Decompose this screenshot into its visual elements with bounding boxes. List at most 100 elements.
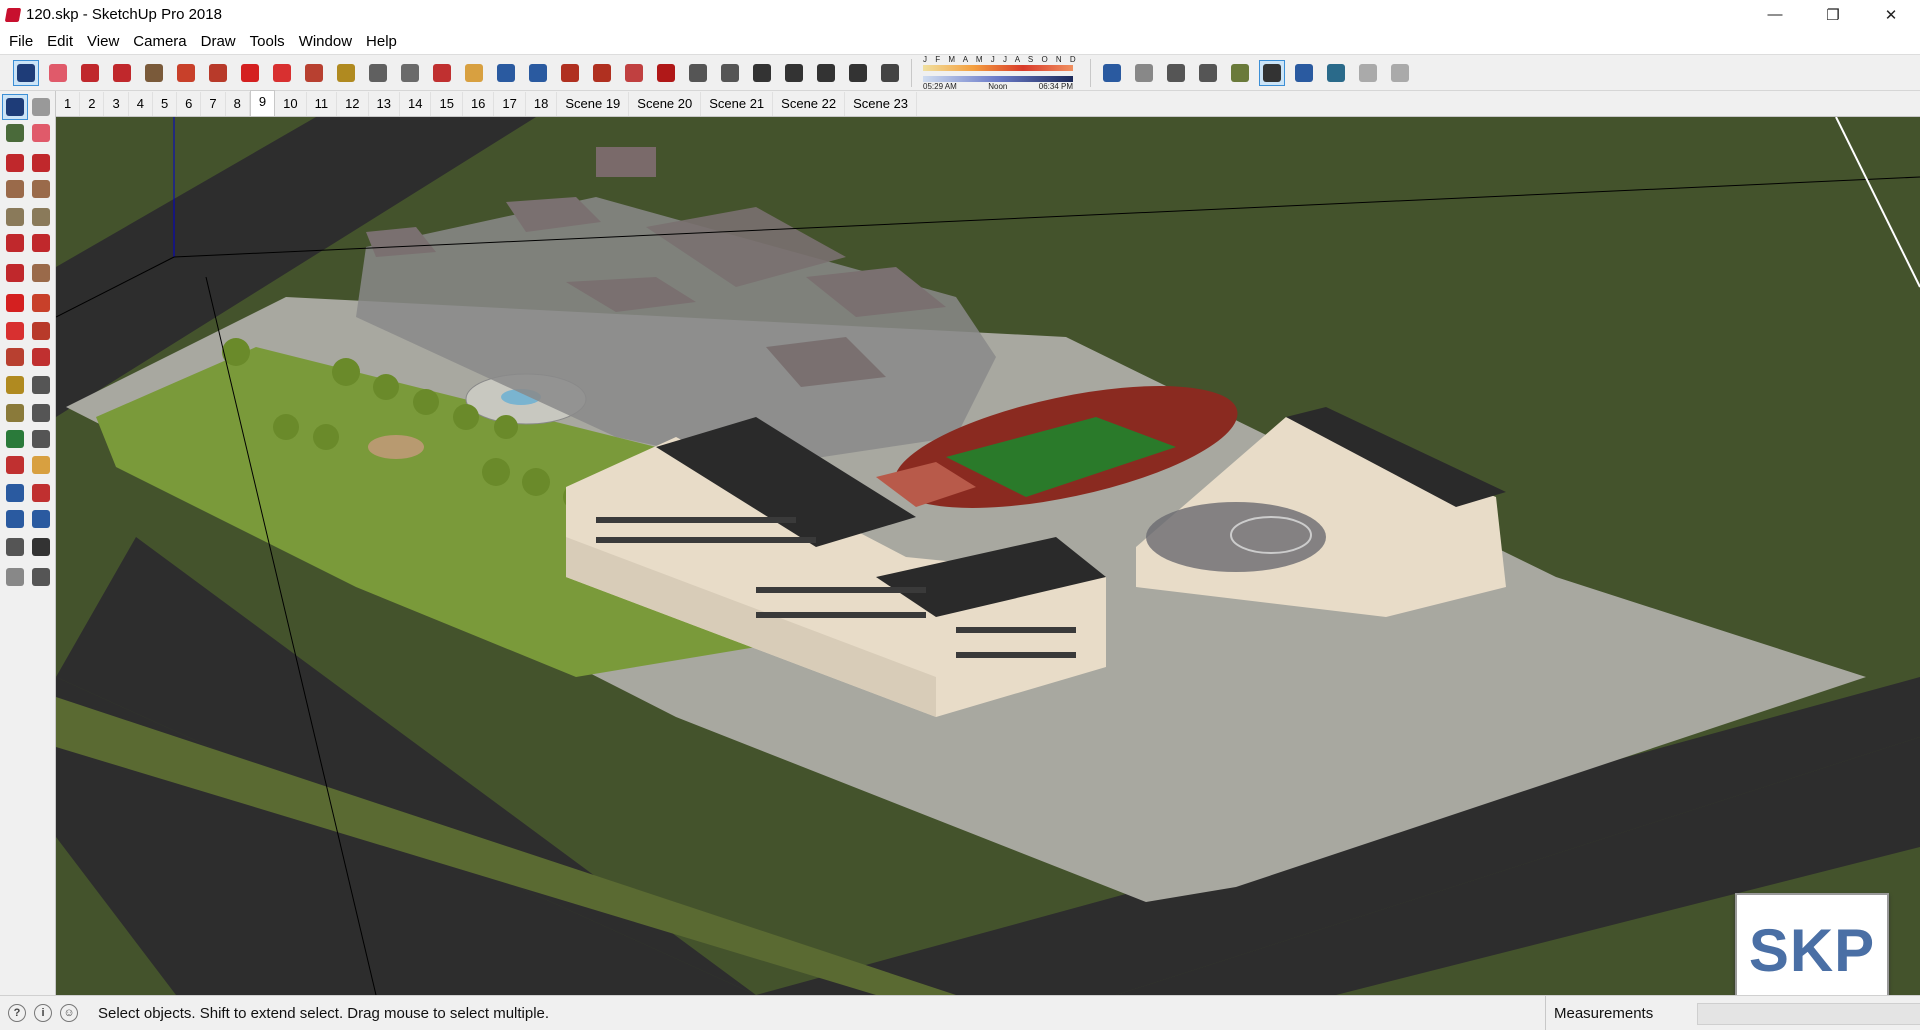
tool-line-button[interactable] <box>2 150 28 176</box>
tool-section-plane-button[interactable] <box>28 564 54 590</box>
extension-warehouse-button[interactable] <box>653 60 679 86</box>
tool-previous-view-button[interactable] <box>28 506 54 532</box>
credits-icon[interactable]: i <box>34 1004 52 1022</box>
tool-offset-button[interactable] <box>28 344 54 370</box>
menu-window[interactable]: Window <box>292 29 359 54</box>
scene-tab-scene-22[interactable]: Scene 22 <box>773 92 846 116</box>
menu-edit[interactable]: Edit <box>40 29 80 54</box>
scene-tab-11[interactable]: 11 <box>307 92 338 116</box>
tape-measure-button[interactable] <box>333 60 359 86</box>
tool-rectangle-button[interactable] <box>2 176 28 202</box>
select-button[interactable] <box>13 59 39 86</box>
tool-polygon-button[interactable] <box>28 204 54 230</box>
tool-protractor-button[interactable] <box>2 400 28 426</box>
tool-freehand-button[interactable] <box>28 150 54 176</box>
tool-zoom-window-button[interactable] <box>28 480 54 506</box>
close-button[interactable]: ✕ <box>1862 0 1920 29</box>
scene-tab-4[interactable]: 4 <box>129 92 153 116</box>
line-button[interactable] <box>77 60 103 86</box>
user-account-icon[interactable]: ☺ <box>60 1004 78 1022</box>
menu-help[interactable]: Help <box>359 29 404 54</box>
shadow-date-slider[interactable] <box>923 65 1073 71</box>
orbit-button[interactable] <box>429 60 455 86</box>
scene-tab-scene-20[interactable]: Scene 20 <box>629 92 702 116</box>
scene-tab-8[interactable]: 8 <box>226 92 250 116</box>
scene-tab-1[interactable]: 1 <box>56 92 81 116</box>
push-pull-button[interactable] <box>173 60 199 86</box>
tool-look-around-button[interactable] <box>28 534 54 560</box>
back-view-button[interactable] <box>813 60 839 86</box>
monochrome-button[interactable] <box>1291 60 1317 86</box>
scene-tab-14[interactable]: 14 <box>400 92 432 116</box>
tool-walk-button[interactable] <box>2 564 28 590</box>
shaded-textures-button[interactable] <box>1258 59 1285 86</box>
tool-pie-button[interactable] <box>28 260 54 286</box>
menu-draw[interactable]: Draw <box>194 29 243 54</box>
tool-3d-text-button[interactable] <box>28 426 54 452</box>
scene-tab-17[interactable]: 17 <box>494 92 526 116</box>
rotate-button[interactable] <box>269 60 295 86</box>
tool-axes-button[interactable] <box>2 426 28 452</box>
tool-zoom-button[interactable] <box>2 480 28 506</box>
geo-location-button[interactable] <box>1323 60 1349 86</box>
back-edges-button[interactable] <box>1131 60 1157 86</box>
right-view-button[interactable] <box>781 60 807 86</box>
tool-text-button[interactable] <box>28 400 54 426</box>
tool-follow-me-button[interactable] <box>28 318 54 344</box>
scene-tab-6[interactable]: 6 <box>177 92 202 116</box>
scene-tab-15[interactable]: 15 <box>431 92 463 116</box>
left-view-button[interactable] <box>845 60 871 86</box>
pan-button[interactable] <box>461 60 487 86</box>
move-button[interactable] <box>237 60 263 86</box>
tool-eraser-button[interactable] <box>28 120 54 146</box>
tool-zoom-extents-button[interactable] <box>2 506 28 532</box>
menu-tools[interactable]: Tools <box>243 29 292 54</box>
drawing-viewport[interactable] <box>56 117 1920 995</box>
scene-tab-scene-19[interactable]: Scene 19 <box>557 92 630 116</box>
scene-tab-scene-21[interactable]: Scene 21 <box>701 92 774 116</box>
lasso-button[interactable] <box>109 60 135 86</box>
zoom-extents-button[interactable] <box>525 60 551 86</box>
measurements-input[interactable] <box>1697 1002 1920 1025</box>
scene-tab-5[interactable]: 5 <box>153 92 178 116</box>
paint-bucket-button[interactable] <box>397 60 423 86</box>
tool-three-point-arc-button[interactable] <box>2 260 28 286</box>
minimize-button[interactable]: — <box>1746 0 1804 29</box>
warehouse-button[interactable] <box>557 60 583 86</box>
tool-two-point-arc-button[interactable] <box>28 230 54 256</box>
scene-tab-10[interactable]: 10 <box>275 92 307 116</box>
scene-tab-2[interactable]: 2 <box>80 92 105 116</box>
menu-file[interactable]: File <box>2 29 40 54</box>
tool-push-pull-button[interactable] <box>28 290 54 316</box>
tool-move-button[interactable] <box>2 290 28 316</box>
zoom-button[interactable] <box>493 60 519 86</box>
tool-circle-button[interactable] <box>2 204 28 230</box>
iso-view-button[interactable] <box>685 60 711 86</box>
scene-tab-7[interactable]: 7 <box>201 92 226 116</box>
scene-tab-13[interactable]: 13 <box>369 92 401 116</box>
top-view-button[interactable] <box>717 60 743 86</box>
tool-rotate-button[interactable] <box>2 318 28 344</box>
restore-button[interactable]: ❐ <box>1804 0 1862 29</box>
shadow-settings-widget[interactable]: J F M A M J J A S O N D 05:29 AM Noon 06… <box>923 54 1079 91</box>
shaded-button[interactable] <box>1227 60 1253 86</box>
hidden-line-button[interactable] <box>1195 60 1221 86</box>
tool-arc-button[interactable] <box>2 230 28 256</box>
share-model-button[interactable] <box>589 60 615 86</box>
wireframe-button[interactable] <box>1163 60 1189 86</box>
tool-dimension-button[interactable] <box>28 372 54 398</box>
scene-tab-9[interactable]: 9 <box>249 90 276 116</box>
scale-button[interactable] <box>301 60 327 86</box>
geo-location-status-icon[interactable]: ? <box>8 1004 26 1022</box>
menu-view[interactable]: View <box>80 29 126 54</box>
scene-tab-12[interactable]: 12 <box>337 92 369 116</box>
front-view-button[interactable] <box>749 60 775 86</box>
tool-select-button[interactable] <box>2 94 28 120</box>
tool-tape-measure-button[interactable] <box>2 372 28 398</box>
menu-camera[interactable]: Camera <box>126 29 193 54</box>
tool-pan-button[interactable] <box>28 452 54 478</box>
shadows-button[interactable] <box>877 60 903 86</box>
component-button[interactable] <box>621 60 647 86</box>
scene-tab-16[interactable]: 16 <box>463 92 495 116</box>
tool-paint-bucket-button[interactable] <box>2 120 28 146</box>
